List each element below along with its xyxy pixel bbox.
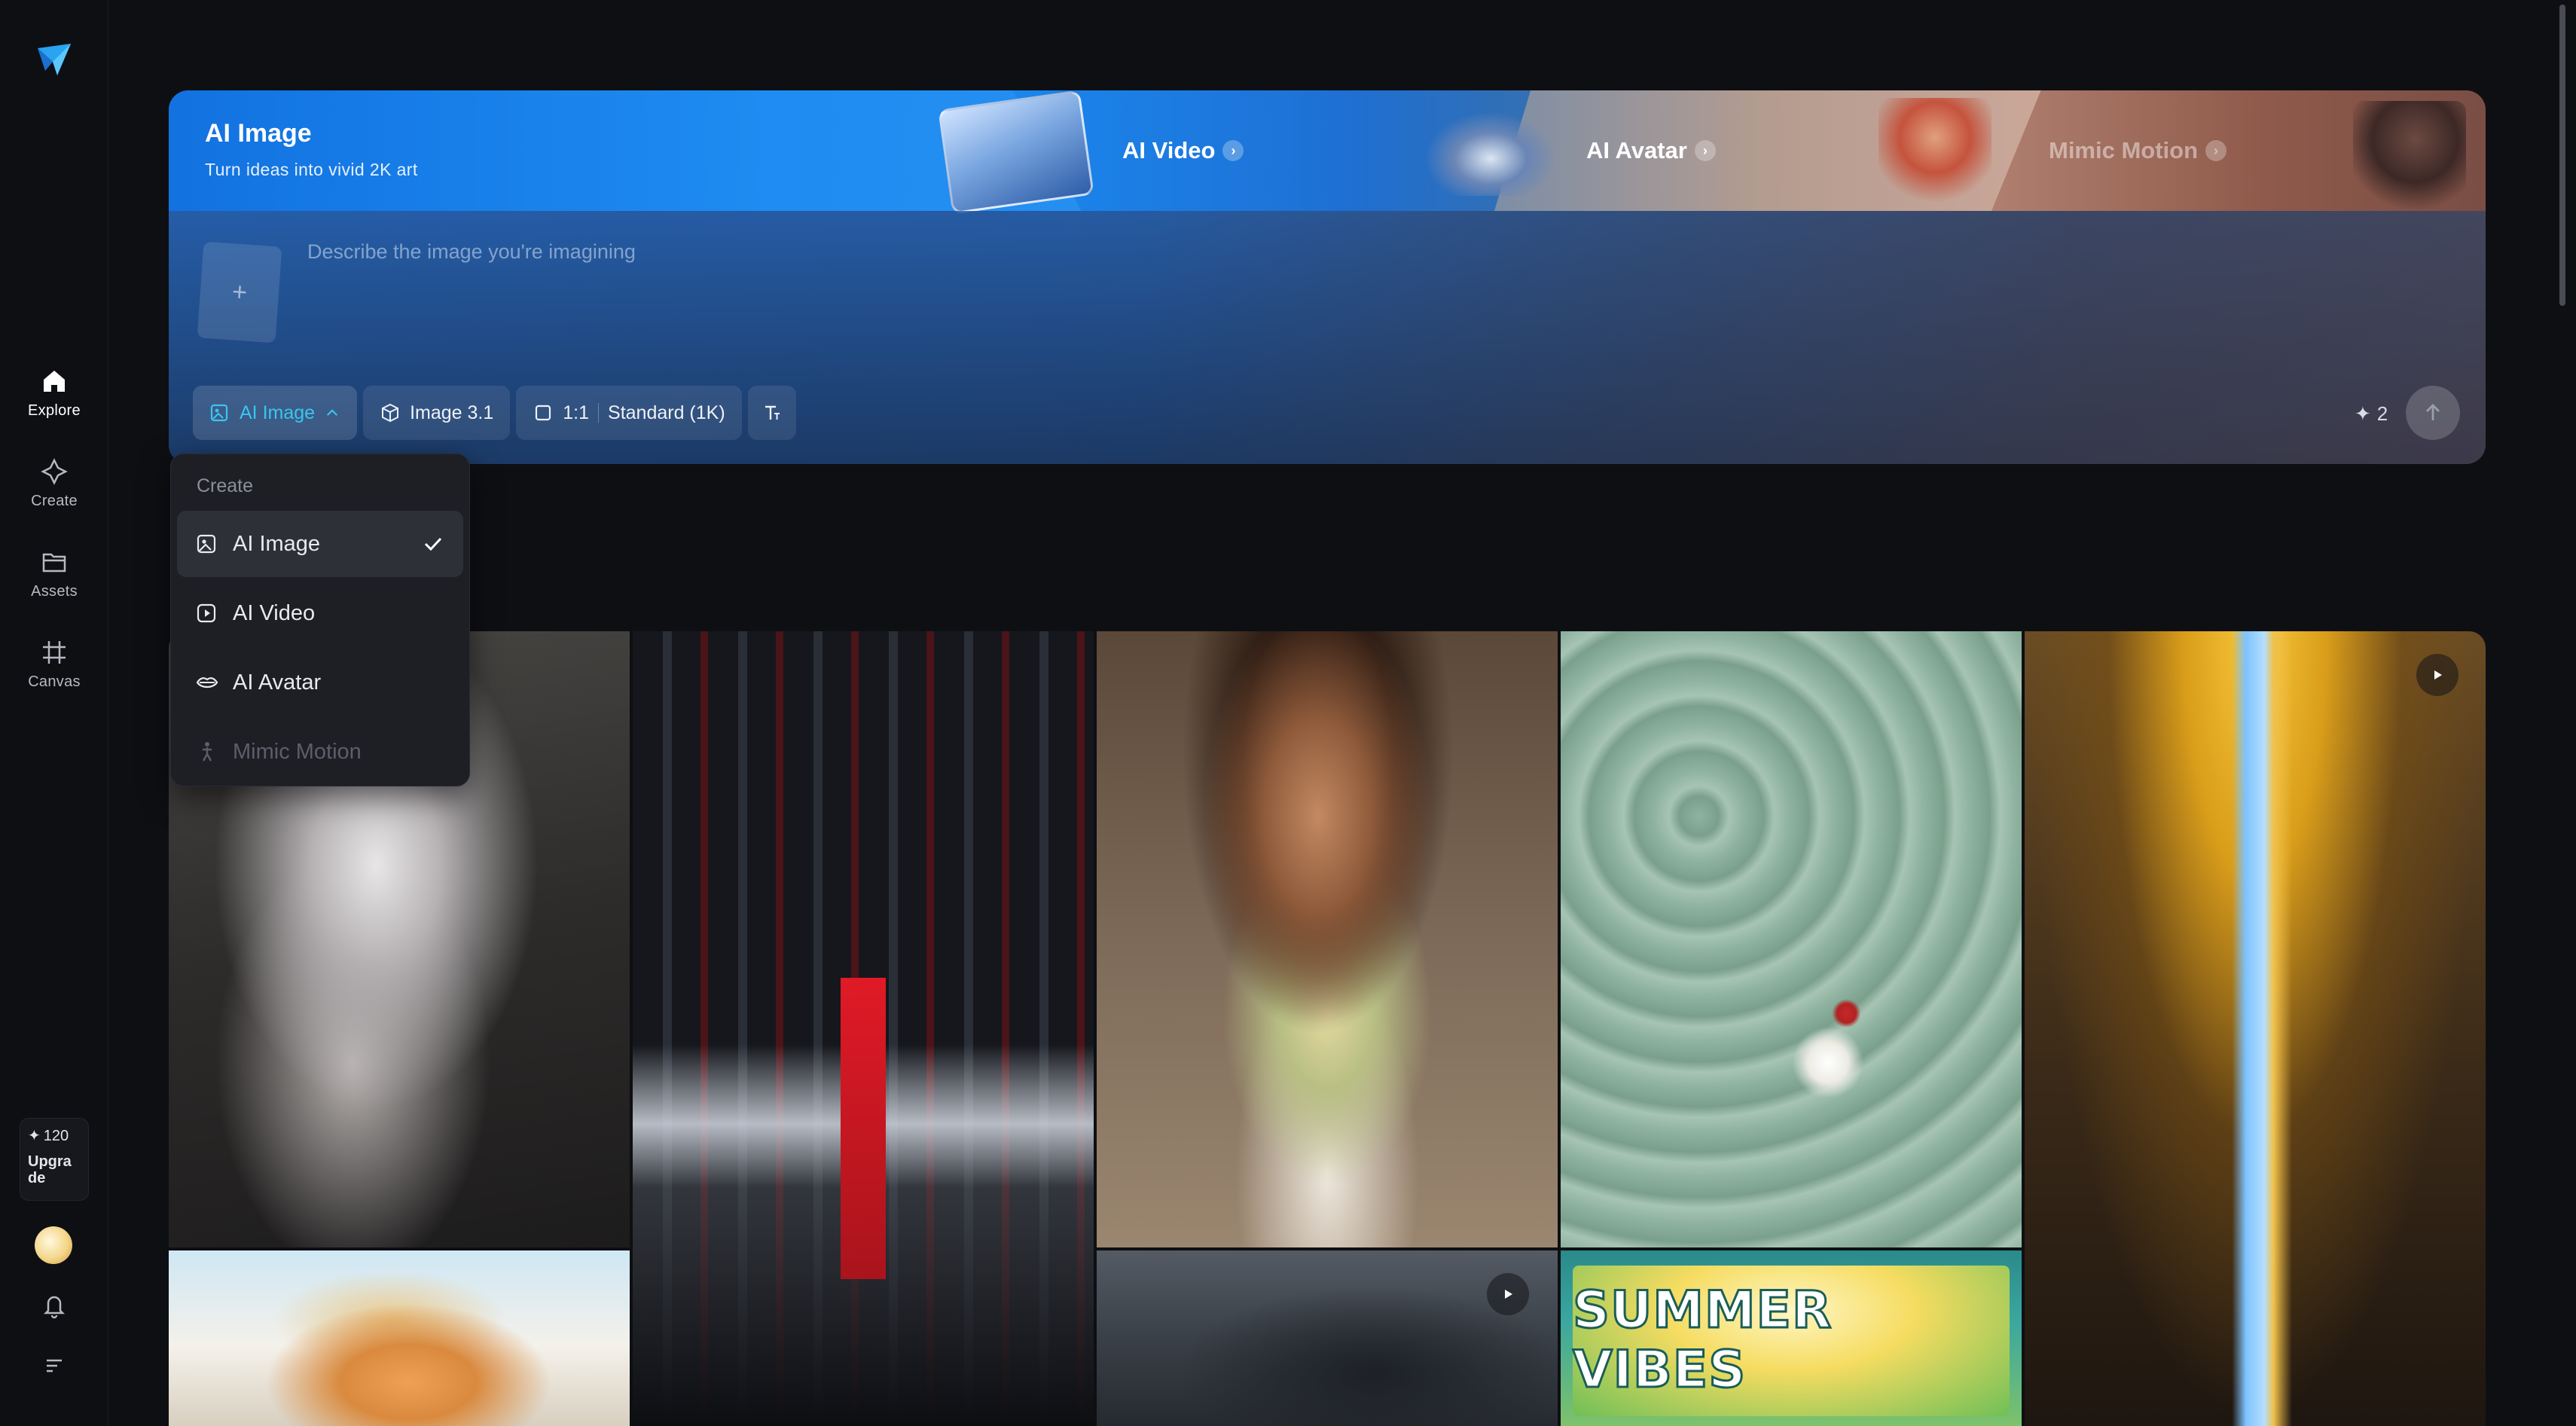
upload-reference-button[interactable]: + xyxy=(197,241,282,344)
upgrade-label: Upgrade xyxy=(28,1153,72,1186)
mode-select-button[interactable]: AI Image xyxy=(193,386,358,440)
menu-item-ai-image[interactable]: AI Image xyxy=(177,511,463,577)
hero-title: AI Image xyxy=(205,119,312,148)
menu-item-ai-avatar[interactable]: AI Avatar xyxy=(177,649,463,716)
text-format-icon xyxy=(765,405,780,420)
image-mode-icon xyxy=(210,404,228,422)
text-style-button[interactable] xyxy=(747,386,796,440)
nav-explore-label: Explore xyxy=(28,402,81,419)
summer-poster-text: SUMMER VIBES xyxy=(1572,1280,1833,1401)
menu-collapse-icon[interactable] xyxy=(39,1350,69,1380)
arrow-up-icon xyxy=(2426,404,2440,420)
nav-canvas-label: Canvas xyxy=(28,673,81,690)
prompt-input[interactable] xyxy=(307,237,2341,267)
ratio-label: 1:1 xyxy=(563,402,590,423)
menu-item-mimic-motion: Mimic Motion xyxy=(177,719,463,785)
image-mode-icon xyxy=(197,534,216,554)
nav-canvas[interactable]: Canvas xyxy=(0,637,108,713)
dreamina-logo-icon[interactable] xyxy=(35,41,74,80)
page-scrollbar[interactable] xyxy=(2559,5,2565,306)
generate-button[interactable] xyxy=(2406,386,2460,440)
ai-avatar-plane-thumbnail xyxy=(1427,113,1555,196)
plus-icon: + xyxy=(230,276,249,307)
nav-create[interactable]: Create xyxy=(0,457,108,532)
play-icon[interactable] xyxy=(2416,654,2458,696)
mimic-motion-thumbnail xyxy=(2353,101,2466,211)
menu-item-label: AI Avatar xyxy=(233,670,322,695)
hero-tabs: AI Image Turn ideas into vivid 2K art AI… xyxy=(169,90,2486,215)
video-mode-icon xyxy=(197,603,216,623)
app-root: Explore Create Assets Canvas ✦ 120 Upgra… xyxy=(0,0,2576,1426)
gallery-item-watermelon-cat[interactable] xyxy=(169,1250,630,1426)
generation-cost: ✦ 2 xyxy=(2355,402,2388,426)
menu-item-label: Mimic Motion xyxy=(233,739,362,764)
canvas-icon xyxy=(43,641,66,664)
gallery-item-city-door[interactable] xyxy=(633,631,1094,1426)
credits-count: ✦ 120 xyxy=(28,1128,81,1144)
nav-explore[interactable]: Explore xyxy=(0,366,108,441)
credits-upgrade-box[interactable]: ✦ 120 Upgrade xyxy=(20,1118,89,1201)
tab-ai-avatar[interactable]: AI Avatar › xyxy=(1586,90,1716,211)
folder-icon xyxy=(42,553,66,573)
bell-icon[interactable] xyxy=(39,1290,69,1320)
chevron-right-icon: › xyxy=(1694,140,1716,161)
menu-item-label: AI Video xyxy=(233,600,316,625)
nav-assets-label: Assets xyxy=(31,583,78,600)
tab-mimic-motion-label: Mimic Motion xyxy=(2049,137,2199,163)
home-icon xyxy=(44,371,65,392)
tab-ai-video[interactable]: AI Video › xyxy=(1122,90,1244,211)
motion-figure-icon xyxy=(202,742,212,762)
explore-gallery: SUMMER VIBES xyxy=(169,631,2486,1426)
sparkle-icon: ✦ xyxy=(28,1128,41,1144)
cube-icon xyxy=(382,403,399,423)
menu-item-ai-video[interactable]: AI Video xyxy=(177,580,463,646)
ai-video-thumbnail xyxy=(938,90,1094,215)
avatar-lips-icon xyxy=(196,677,218,689)
sparkle-icon: ✦ xyxy=(2355,402,2371,425)
red-door-shape xyxy=(841,978,886,1279)
quality-label: Standard (1K) xyxy=(608,402,725,423)
gallery-item-leaves-rider[interactable] xyxy=(1561,631,2022,1247)
chevron-right-icon: › xyxy=(2205,140,2227,161)
play-icon[interactable] xyxy=(1487,1273,1529,1315)
ai-avatar-thumbnail xyxy=(1879,98,1992,211)
prompt-area: + AI Image xyxy=(169,211,2486,464)
mode-select-label: AI Image xyxy=(240,402,316,423)
hero-subtitle: Turn ideas into vivid 2K art xyxy=(205,160,418,179)
divider xyxy=(598,403,600,423)
chevron-right-icon: › xyxy=(1222,140,1244,161)
gallery-item-matcha-girl[interactable] xyxy=(1097,631,1558,1247)
model-select-label: Image 3.1 xyxy=(410,402,494,423)
ratio-quality-button[interactable]: 1:1 Standard (1K) xyxy=(516,386,742,440)
credits-value: 120 xyxy=(43,1128,69,1144)
user-avatar[interactable] xyxy=(35,1226,72,1264)
nav-assets[interactable]: Assets xyxy=(0,547,108,622)
gallery-item-storm[interactable] xyxy=(1097,1250,1558,1426)
hero-panel: AI Image Turn ideas into vivid 2K art AI… xyxy=(169,90,2486,464)
aspect-ratio-icon xyxy=(536,405,551,421)
generation-toolbar: AI Image Image 3.1 1:1 Standard (1K) xyxy=(193,386,796,440)
chevron-up-icon xyxy=(327,409,338,416)
nav-create-label: Create xyxy=(31,493,78,509)
tab-ai-video-label: AI Video xyxy=(1122,137,1216,163)
menu-item-label: AI Image xyxy=(233,531,321,556)
left-rail: Explore Create Assets Canvas ✦ 120 Upgra… xyxy=(0,0,108,1426)
checkmark-icon xyxy=(424,537,442,551)
summer-poster: SUMMER VIBES xyxy=(1572,1266,2010,1416)
cost-value: 2 xyxy=(2376,402,2388,425)
create-icon xyxy=(41,458,68,485)
dropdown-header: Create xyxy=(197,475,254,496)
gallery-item-summer-vibes[interactable]: SUMMER VIBES xyxy=(1561,1250,2022,1426)
tab-ai-avatar-label: AI Avatar xyxy=(1586,137,1687,163)
mode-dropdown-menu: Create AI Image AI Video AI Avatar Mimic… xyxy=(170,453,470,786)
model-select-button[interactable]: Image 3.1 xyxy=(363,386,511,440)
gallery-item-rainbow-door[interactable] xyxy=(2025,631,2486,1426)
tab-mimic-motion[interactable]: Mimic Motion › xyxy=(2049,90,2227,211)
